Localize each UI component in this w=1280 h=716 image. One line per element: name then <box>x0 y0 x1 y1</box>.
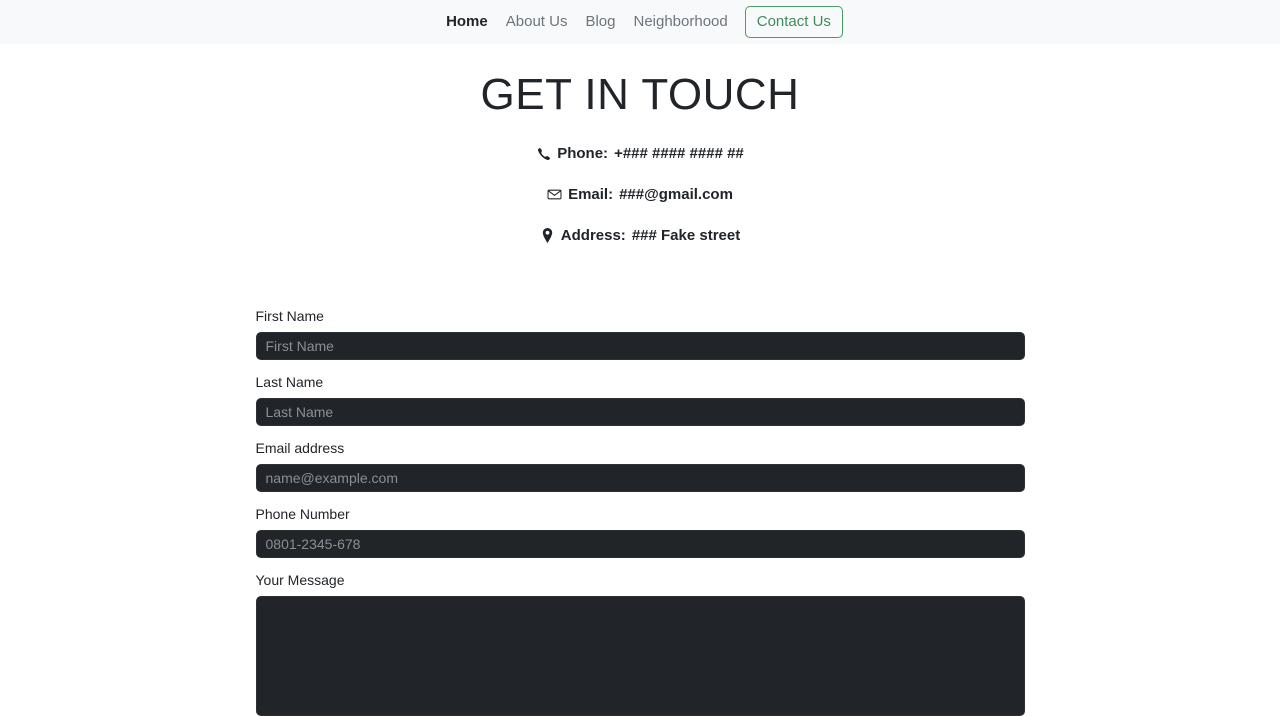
phone-label: Phone Number <box>255 505 350 522</box>
field-first-name: First Name <box>255 307 1025 360</box>
contact-address-label: Address: <box>560 226 626 244</box>
first-name-input[interactable] <box>255 331 1025 360</box>
last-name-input[interactable] <box>255 397 1025 426</box>
field-email: Email address <box>255 439 1025 492</box>
contact-address-value: ### Fake street <box>631 226 741 244</box>
nav-item-neighborhood[interactable]: Neighborhood <box>624 12 736 32</box>
contact-email-line: Email: ###@gmail.com <box>0 185 1280 205</box>
phone-input[interactable] <box>255 529 1025 558</box>
contact-phone-value: +### #### #### ## <box>614 144 744 162</box>
page-title: GET IN TOUCH <box>480 70 800 119</box>
email-input[interactable] <box>255 463 1025 492</box>
phone-icon <box>536 146 551 161</box>
nav-item-blog[interactable]: Blog <box>576 12 624 32</box>
last-name-label: Last Name <box>255 373 324 390</box>
field-message: Your Message <box>255 571 1025 716</box>
contact-us-button[interactable]: Contact Us <box>744 6 843 38</box>
field-last-name: Last Name <box>255 373 1025 426</box>
nav-item-about-us[interactable]: About Us <box>497 12 577 32</box>
contact-form: First Name Last Name Email address Phone… <box>255 267 1025 716</box>
nav-links: Home About Us Blog Neighborhood Contact … <box>437 6 843 38</box>
contact-email-label: Email: <box>568 185 614 203</box>
first-name-label: First Name <box>255 307 324 324</box>
envelope-icon <box>547 187 562 202</box>
contact-phone-label: Phone: <box>557 144 609 162</box>
email-label: Email address <box>255 439 345 456</box>
top-navigation-bar: Home About Us Blog Neighborhood Contact … <box>0 0 1280 44</box>
contact-info-block: Phone: +### #### #### ## Email: ###@gmai… <box>0 144 1280 246</box>
map-pin-icon <box>540 228 555 244</box>
contact-address-line: Address: ### Fake street <box>0 226 1280 246</box>
field-phone: Phone Number <box>255 505 1025 558</box>
message-textarea[interactable] <box>255 595 1025 716</box>
contact-email-value: ###@gmail.com <box>619 185 733 203</box>
contact-phone-line: Phone: +### #### #### ## <box>0 144 1280 164</box>
nav-item-home[interactable]: Home <box>437 12 497 32</box>
message-label: Your Message <box>255 571 345 588</box>
